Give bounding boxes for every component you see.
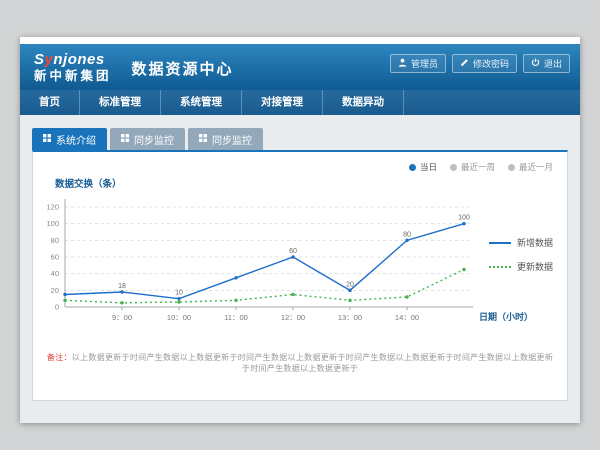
svg-text:13：00: 13：00: [338, 313, 362, 322]
nav-item-1[interactable]: 标准管理: [80, 90, 161, 115]
svg-text:14：00: 14：00: [395, 313, 419, 322]
footnote-text: 以上数据更新于时间产生数据以上数据更新于时间产生数据以上数据更新于时间产生数据以…: [72, 353, 553, 373]
svg-text:80: 80: [403, 231, 411, 238]
grid-icon: [199, 134, 207, 145]
legend-item-1[interactable]: 更新数据: [489, 260, 553, 273]
tab-2[interactable]: 同步监控: [188, 128, 263, 150]
nav-item-0[interactable]: 首页: [20, 90, 80, 115]
header-button-label: 管理员: [411, 57, 438, 70]
header-button-admin[interactable]: 管理员: [390, 54, 446, 73]
filter-option-2[interactable]: 最近一月: [508, 161, 553, 173]
header-actions: 管理员 修改密码 退出: [390, 54, 570, 73]
svg-text:40: 40: [51, 269, 59, 278]
power-icon: [531, 58, 540, 69]
header-button-label: 修改密码: [473, 57, 509, 70]
filter-option-1[interactable]: 最近一周: [450, 161, 495, 173]
brand-logo: Synjones 新中新集团: [34, 51, 112, 84]
legend-label: 更新数据: [517, 260, 553, 273]
app-window: Synjones 新中新集团 数据资源中心 管理员修改密码退出 首页标准管理系统…: [20, 37, 580, 423]
y-axis-title: 数据交换（条）: [55, 176, 122, 190]
svg-text:20: 20: [346, 281, 354, 288]
filter-option-label: 最近一周: [461, 161, 495, 173]
svg-text:日期（小时）: 日期（小时）: [479, 311, 533, 322]
app-header: Synjones 新中新集团 数据资源中心 管理员 修改密码 退出: [20, 44, 580, 90]
brand-logo-cn: 新中新集团: [34, 69, 112, 83]
nav-bar: 首页标准管理系统管理对接管理数据异动: [20, 90, 580, 115]
legend-line-icon: [489, 266, 511, 268]
header-button-logout[interactable]: 退出: [523, 54, 570, 73]
svg-text:100: 100: [46, 219, 59, 228]
grid-icon: [121, 134, 129, 145]
svg-text:60: 60: [289, 248, 297, 255]
filter-option-label: 最近一月: [519, 161, 553, 173]
tab-1[interactable]: 同步监控: [110, 128, 185, 150]
tab-label: 同步监控: [134, 132, 174, 147]
content-area: 系统介绍 同步监控 同步监控 0 20 40 60 80 100 120 9：00 10：00 11：…: [20, 115, 580, 423]
footnote: 备注：以上数据更新于时间产生数据以上数据更新于时间产生数据以上数据更新于时间产生…: [43, 352, 557, 374]
time-filter-legend: 当日 最近一周 最近一月: [409, 161, 553, 173]
svg-text:100: 100: [458, 215, 470, 222]
svg-text:12：00: 12：00: [281, 313, 305, 322]
brand-logo-text: Synjones: [34, 51, 112, 68]
legend-line-icon: [489, 242, 511, 244]
svg-text:120: 120: [46, 203, 59, 212]
user-icon: [398, 58, 407, 69]
svg-text:10：00: 10：00: [167, 313, 191, 322]
footnote-prefix: 备注：: [47, 353, 72, 362]
radio-dot-icon: [508, 164, 515, 171]
svg-text:10: 10: [175, 290, 183, 297]
page-title: 数据资源中心: [132, 55, 234, 79]
series-legend: 新增数据更新数据: [489, 236, 553, 284]
nav-item-4[interactable]: 数据异动: [323, 90, 404, 115]
svg-text:80: 80: [51, 236, 59, 245]
header-button-change-password[interactable]: 修改密码: [452, 54, 517, 73]
svg-text:11：00: 11：00: [224, 313, 248, 322]
svg-text:20: 20: [51, 286, 59, 295]
radio-dot-icon: [450, 164, 457, 171]
tab-label: 系统介绍: [56, 132, 96, 147]
header-button-label: 退出: [544, 57, 562, 70]
svg-text:18: 18: [118, 283, 126, 290]
nav-item-2[interactable]: 系统管理: [161, 90, 242, 115]
tab-0[interactable]: 系统介绍: [32, 128, 107, 150]
grid-icon: [43, 134, 51, 145]
filter-option-label: 当日: [420, 161, 437, 173]
tabs-row: 系统介绍 同步监控 同步监控: [32, 128, 263, 150]
pencil-icon: [460, 58, 469, 69]
radio-dot-icon: [409, 164, 416, 171]
nav-item-3[interactable]: 对接管理: [242, 90, 323, 115]
legend-item-0[interactable]: 新增数据: [489, 236, 553, 249]
svg-text:9：00: 9：00: [112, 313, 132, 322]
filter-option-0[interactable]: 当日: [409, 161, 437, 173]
legend-label: 新增数据: [517, 236, 553, 249]
tab-label: 同步监控: [212, 132, 252, 147]
svg-text:0: 0: [55, 303, 59, 312]
svg-text:60: 60: [51, 253, 59, 262]
chart-panel: 0 20 40 60 80 100 120 9：00 10：00 11：00 12：00 13：00 1…: [32, 150, 568, 401]
